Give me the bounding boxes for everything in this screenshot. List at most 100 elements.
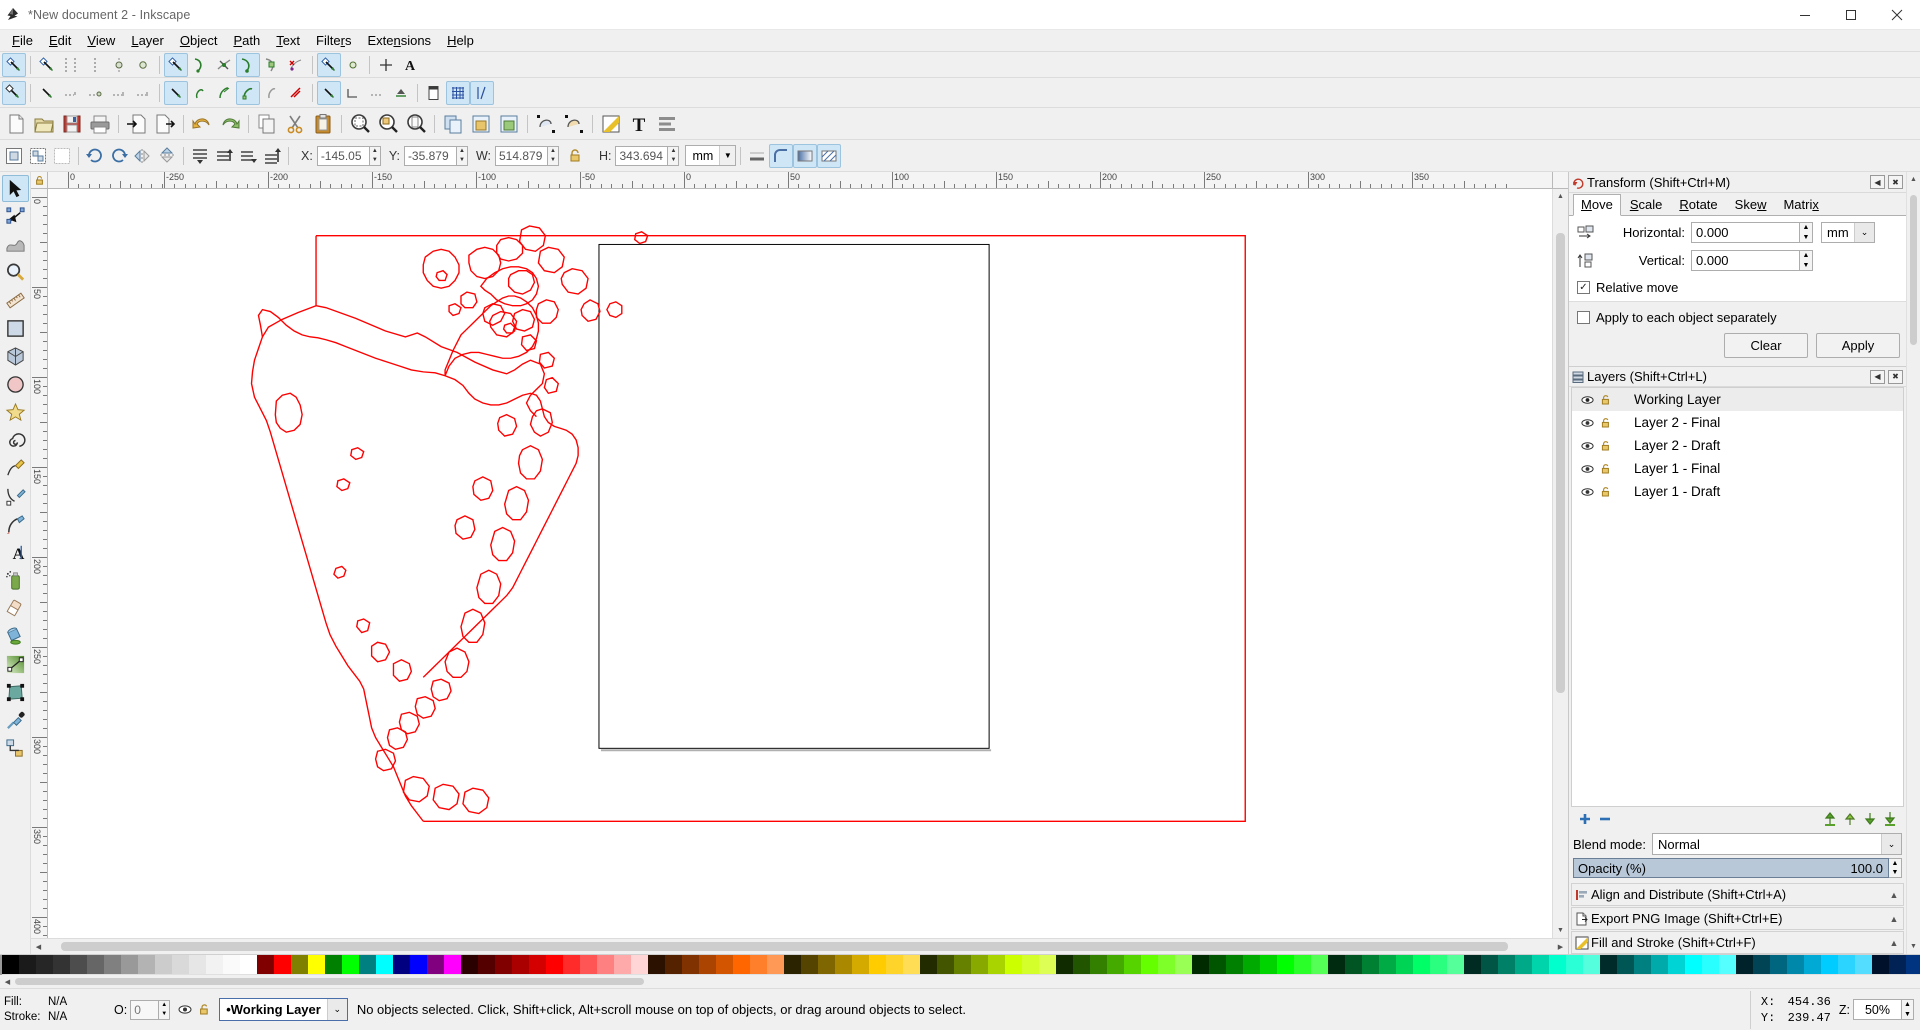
opacity-slider[interactable]: Opacity (%) 100.0 — [1573, 858, 1889, 878]
xml-editor-icon[interactable] — [560, 110, 588, 138]
eye-icon[interactable] — [1578, 418, 1596, 428]
dock-scrollbar[interactable]: ▲ ▼ — [1906, 172, 1920, 954]
save-document-icon[interactable] — [58, 110, 86, 138]
color-swatch[interactable] — [971, 955, 988, 975]
vscroll-thumb[interactable] — [1556, 233, 1565, 693]
layer-row[interactable]: Layer 1 - Draft — [1572, 480, 1903, 503]
unlock-icon[interactable] — [1596, 486, 1614, 498]
color-swatch[interactable] — [104, 955, 121, 975]
chevron-up-icon[interactable]: ▲ — [1885, 890, 1903, 900]
color-swatch[interactable] — [869, 955, 886, 975]
snap-dotted-c-toggle[interactable] — [107, 81, 131, 105]
layer-lower-button[interactable] — [1860, 809, 1880, 829]
horizontal-input[interactable] — [1691, 222, 1799, 243]
snap-bounding-boxes-toggle[interactable] — [35, 53, 59, 77]
color-swatch[interactable] — [1889, 955, 1906, 975]
vertical-scrollbar[interactable]: ▲ ▼ — [1552, 189, 1568, 938]
menu-object[interactable]: Object — [172, 31, 226, 50]
color-swatch[interactable] — [1226, 955, 1243, 975]
color-swatch[interactable] — [1056, 955, 1073, 975]
y-input[interactable] — [404, 146, 456, 166]
palette-scrollbar[interactable]: ◀ — [0, 974, 1920, 988]
menu-view[interactable]: View — [79, 31, 123, 50]
color-swatch[interactable] — [1872, 955, 1889, 975]
chevron-up-icon[interactable]: ▲ — [1885, 914, 1903, 924]
color-swatch[interactable] — [1821, 955, 1838, 975]
new-document-icon[interactable] — [2, 110, 30, 138]
tweak-tool[interactable] — [2, 231, 29, 258]
eraser-tool[interactable] — [2, 595, 29, 622]
maximize-button[interactable] — [1828, 0, 1874, 30]
color-swatch[interactable] — [1175, 955, 1192, 975]
color-swatch[interactable] — [1906, 955, 1920, 975]
scroll-up-icon[interactable]: ▲ — [1553, 189, 1568, 204]
node-tool[interactable] — [2, 203, 29, 230]
color-swatch[interactable] — [1124, 955, 1141, 975]
color-swatch[interactable] — [1311, 955, 1328, 975]
select-all-in-layers-icon[interactable] — [26, 144, 50, 168]
tab-scale[interactable]: Scale — [1622, 194, 1671, 215]
color-swatch[interactable] — [546, 955, 563, 975]
current-layer-selector[interactable]: •Working Layer ⌄ — [219, 998, 348, 1021]
snap-nodes-group-toggle[interactable] — [35, 81, 59, 105]
snap-bbox-edge-midpoints-toggle[interactable] — [107, 53, 131, 77]
color-swatch[interactable] — [1005, 955, 1022, 975]
relative-move-checkbox[interactable]: ✓ — [1577, 281, 1590, 294]
zoom-selection-icon[interactable] — [346, 110, 374, 138]
snap-corner-toggle[interactable] — [341, 81, 365, 105]
snap-line-midpoints-toggle[interactable] — [284, 53, 308, 77]
color-swatch[interactable] — [580, 955, 597, 975]
rotate-90-cw-icon[interactable] — [107, 144, 131, 168]
color-swatch[interactable] — [291, 955, 308, 975]
color-swatch[interactable] — [36, 955, 53, 975]
x-field[interactable]: ▲▼ — [317, 146, 381, 166]
tab-matrix[interactable]: Matrix — [1775, 194, 1826, 215]
snap-text-baselines-toggle[interactable]: A — [398, 53, 422, 77]
layer-to-bottom-button[interactable] — [1880, 809, 1900, 829]
snap-bbox-edges-toggle[interactable] — [59, 53, 83, 77]
snap-path-gray-toggle[interactable] — [260, 81, 284, 105]
color-swatch[interactable] — [1294, 955, 1311, 975]
collapse-icon[interactable]: ◀ — [1870, 370, 1885, 384]
color-swatch[interactable] — [784, 955, 801, 975]
color-swatch[interactable] — [954, 955, 971, 975]
color-swatch[interactable] — [1498, 955, 1515, 975]
align-distribute-icon[interactable] — [653, 110, 681, 138]
hscroll-thumb[interactable] — [61, 942, 1508, 951]
remove-layer-button[interactable] — [1595, 809, 1615, 829]
zoom-input[interactable] — [1853, 999, 1901, 1020]
color-swatch[interactable] — [1090, 955, 1107, 975]
measure-tool[interactable] — [2, 287, 29, 314]
snap-bbox-centers-toggle[interactable] — [131, 53, 155, 77]
layer-to-top-button[interactable] — [1820, 809, 1840, 829]
unlock-icon[interactable] — [1596, 394, 1614, 406]
layer-raise-button[interactable] — [1840, 809, 1860, 829]
menu-filters[interactable]: Filters — [308, 31, 359, 50]
none-color-icon[interactable] — [0, 955, 2, 975]
color-swatch[interactable] — [631, 955, 648, 975]
dock-scroll-down-icon[interactable]: ▼ — [1907, 939, 1920, 954]
color-swatch[interactable] — [427, 955, 444, 975]
x-input[interactable] — [317, 146, 369, 166]
color-swatch[interactable] — [733, 955, 750, 975]
horizontal-spinner[interactable]: ▲▼ — [1799, 222, 1813, 243]
color-swatch[interactable] — [1192, 955, 1209, 975]
color-swatch[interactable] — [1736, 955, 1753, 975]
paste-icon[interactable] — [309, 110, 337, 138]
w-field[interactable]: ▲▼ — [495, 146, 559, 166]
mesh-tool[interactable] — [2, 679, 29, 706]
deselect-icon[interactable] — [50, 144, 74, 168]
color-swatch[interactable] — [138, 955, 155, 975]
raise-to-top-icon[interactable] — [188, 144, 212, 168]
color-swatch[interactable] — [937, 955, 954, 975]
color-swatch[interactable] — [1379, 955, 1396, 975]
tab-move[interactable]: Move — [1573, 194, 1621, 216]
color-swatch[interactable] — [495, 955, 512, 975]
color-swatch[interactable] — [206, 955, 223, 975]
scroll-left-icon[interactable]: ◀ — [31, 939, 46, 954]
snap-nodes-paths-toggle[interactable] — [164, 53, 188, 77]
box3d-tool[interactable] — [2, 343, 29, 370]
gradient-tool[interactable] — [2, 651, 29, 678]
color-swatch[interactable] — [257, 955, 274, 975]
color-swatch[interactable] — [1804, 955, 1821, 975]
